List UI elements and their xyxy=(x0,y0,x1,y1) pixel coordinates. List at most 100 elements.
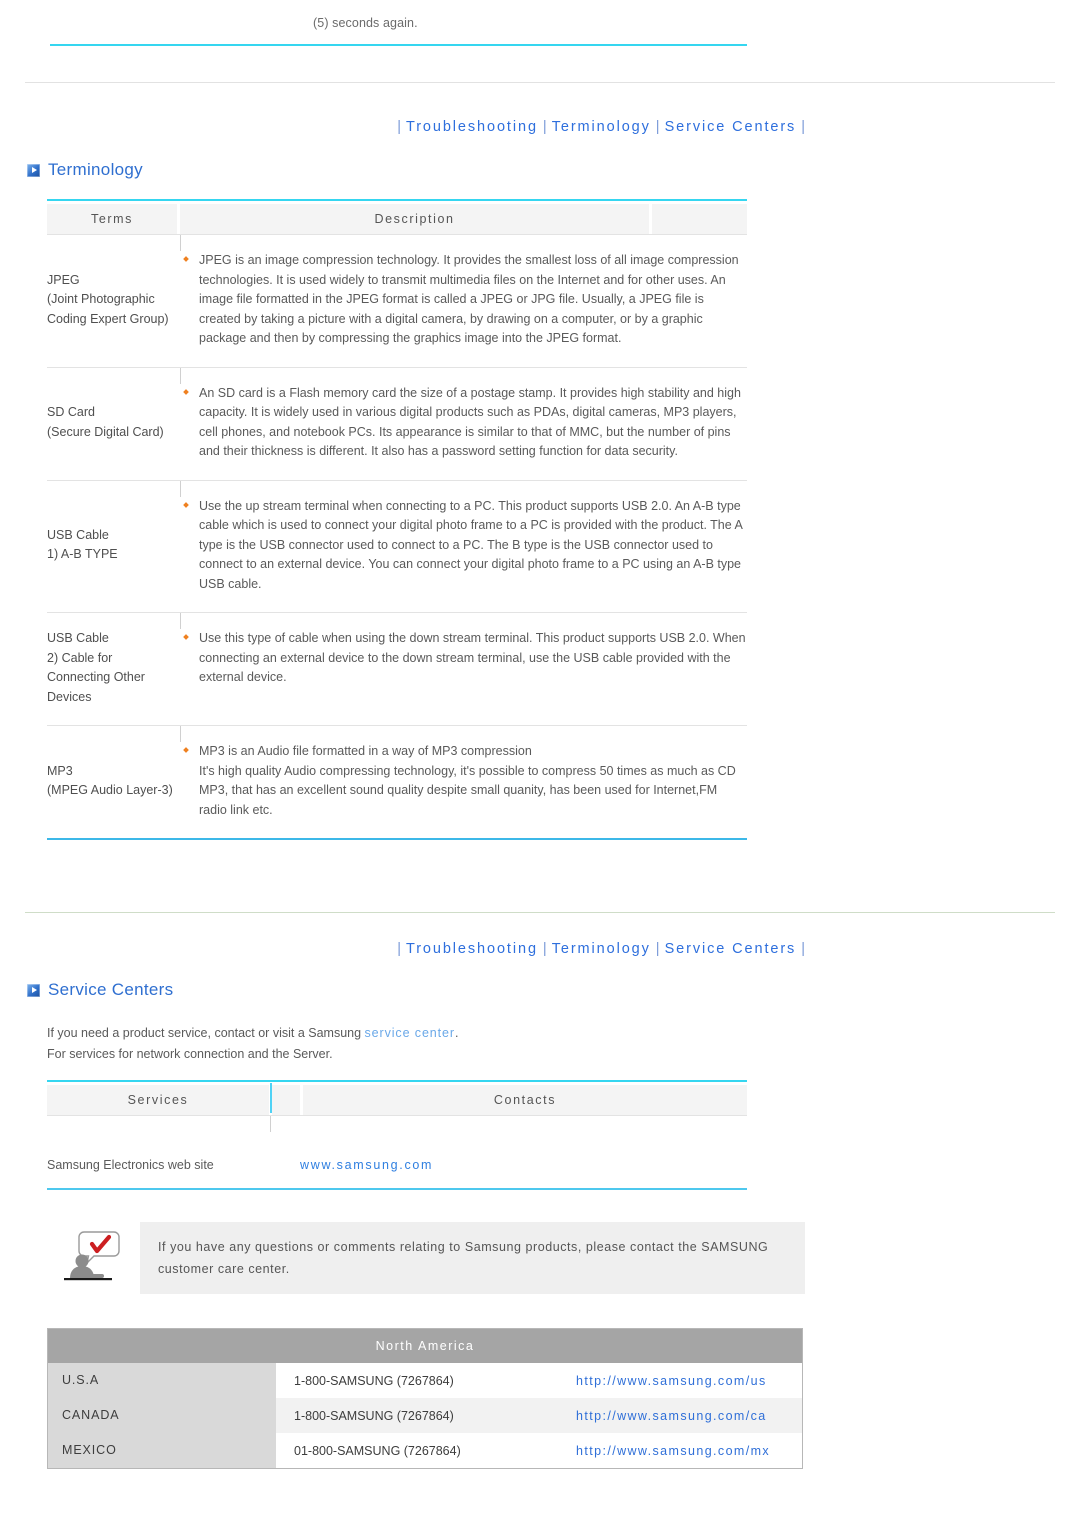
service-center-link[interactable]: service center xyxy=(365,1026,455,1040)
term-description-cell: MP3 is an Audio file formatted in a way … xyxy=(177,742,747,820)
breadcrumb-nav-bottom: | Troubleshooting | Terminology | Service Cen… xyxy=(0,941,810,957)
header-divider xyxy=(270,1083,272,1113)
bullet-icon xyxy=(183,634,189,640)
term-line: MP3 xyxy=(47,763,73,778)
cell-divider xyxy=(180,367,181,384)
section-rule-top xyxy=(50,44,747,46)
service-centers-intro-line-2: For services for network connection and … xyxy=(47,1047,333,1061)
website-link[interactable]: http://www.samsung.com/us xyxy=(566,1374,802,1388)
term-name-cell: MP3 (MPEG Audio Layer-3) xyxy=(47,742,177,820)
breadcrumb-nav-top: | Troubleshooting | Terminology | Service Cen… xyxy=(0,119,810,135)
nav-separator: | xyxy=(397,119,401,135)
intro-text-after: . xyxy=(454,1026,459,1040)
column-header-spacer xyxy=(272,1085,300,1115)
column-header-contacts: Contacts xyxy=(303,1085,747,1115)
phone-cell: 01-800-SAMSUNG (7267864) xyxy=(294,1443,461,1458)
term-line: (MPEG Audio Layer-3) xyxy=(47,783,173,797)
term-line: 1) A-B TYPE xyxy=(47,547,118,562)
term-description-cell: Use the up stream terminal when connecti… xyxy=(177,497,747,595)
table-row: MP3 (MPEG Audio Layer-3) MP3 is an Audio… xyxy=(47,725,747,838)
nav-link-troubleshooting[interactable]: Troubleshooting xyxy=(406,941,538,957)
terminology-table-header: Terms Description xyxy=(47,199,747,234)
term-line: Devices xyxy=(47,689,92,704)
term-line: SD Card xyxy=(47,405,95,419)
services-table-header: Services Contacts xyxy=(47,1080,747,1115)
services-contacts-table: Services Contacts Samsung Electronics we… xyxy=(47,1080,747,1190)
services-table-body: Samsung Electronics web site www.samsung… xyxy=(47,1115,747,1190)
description-paragraph: JPEG is an image compression technology.… xyxy=(199,253,739,345)
bullet-icon xyxy=(183,388,189,395)
bullet-icon xyxy=(183,256,189,262)
table-row: CANADA 1-800-SAMSUNG (7267864) http://ww… xyxy=(48,1398,802,1433)
description-paragraph: Use this type of cable when using the do… xyxy=(199,631,746,684)
service-centers-intro-line-1: If you need a product service, contact o… xyxy=(47,1023,458,1044)
country-cell: U.S.A xyxy=(48,1363,276,1398)
table-row: SD Card (Secure Digital Card) An SD card… xyxy=(47,366,747,480)
nav-separator: | xyxy=(655,941,660,957)
service-contact-link[interactable]: www.samsung.com xyxy=(300,1158,433,1172)
play-square-icon xyxy=(27,163,40,177)
intro-text-before: If you need a product service, contact o… xyxy=(47,1026,365,1040)
term-description-cell: An SD card is a Flash memory card the si… xyxy=(177,384,747,462)
nav-link-terminology[interactable]: Terminology xyxy=(552,941,651,957)
cell-divider xyxy=(270,1116,271,1132)
terminology-table-body: JPEG (Joint Photographic Coding Expert G… xyxy=(47,234,747,840)
phone-cell: 1-800-SAMSUNG (7267864) xyxy=(294,1373,454,1388)
table-row: U.S.A 1-800-SAMSUNG (7267864) http://www… xyxy=(48,1363,802,1398)
description-paragraph: It's high quality Audio compressing tech… xyxy=(199,763,736,778)
column-header-services: Services xyxy=(47,1085,269,1115)
nav-link-service-centers[interactable]: Service Centers xyxy=(665,119,797,135)
person-speech-check-icon xyxy=(62,1228,124,1284)
term-line: 2) Cable for xyxy=(47,650,113,665)
section-heading-terminology: Terminology xyxy=(27,160,143,180)
column-header-terms: Terms xyxy=(47,204,177,234)
nav-link-service-centers[interactable]: Service Centers xyxy=(665,941,797,957)
description-paragraph: An SD card is a Flash memory card the si… xyxy=(199,385,741,459)
nav-link-terminology[interactable]: Terminology xyxy=(552,119,651,135)
table-row: MEXICO 01-800-SAMSUNG (7267864) http://w… xyxy=(48,1433,802,1468)
term-name-cell: USB Cable 2) Cable for Connecting Other … xyxy=(47,629,177,707)
cell-divider xyxy=(180,726,181,742)
description-paragraph: MP3 is an Audio file formatted in a way … xyxy=(199,744,532,758)
website-link[interactable]: http://www.samsung.com/mx xyxy=(566,1444,802,1458)
section-title-text: Terminology xyxy=(48,160,143,179)
term-name-cell: SD Card (Secure Digital Card) xyxy=(47,384,177,462)
term-line: JPEG xyxy=(47,272,80,287)
nav-link-troubleshooting[interactable]: Troubleshooting xyxy=(406,119,538,135)
region-table-title: North America xyxy=(48,1329,802,1363)
bullet-icon xyxy=(183,501,189,508)
website-link[interactable]: http://www.samsung.com/ca xyxy=(566,1409,802,1423)
column-header-blank xyxy=(652,204,747,234)
country-cell: CANADA xyxy=(48,1398,276,1433)
table-row: USB Cable 2) Cable for Connecting Other … xyxy=(47,612,747,725)
country-cell: MEXICO xyxy=(48,1433,276,1468)
cell-divider xyxy=(180,235,181,251)
bullet-icon xyxy=(183,747,189,753)
column-header-description: Description xyxy=(180,204,649,234)
play-square-icon xyxy=(27,983,40,997)
description-paragraph: Use the up stream terminal when connecti… xyxy=(199,498,743,591)
service-name-cell: Samsung Electronics web site xyxy=(47,1158,214,1172)
term-line: Coding Expert Group) xyxy=(47,311,169,326)
nav-separator: | xyxy=(397,941,401,957)
north-america-contacts-table: North America U.S.A 1-800-SAMSUNG (72678… xyxy=(47,1328,803,1469)
cell-divider xyxy=(180,613,181,629)
description-paragraph: MP3, that has an excellent sound quality… xyxy=(199,783,718,817)
term-description-cell: JPEG is an image compression technology.… xyxy=(177,251,747,349)
terminology-table: Terms Description JPEG (Joint Photograph… xyxy=(47,199,747,840)
page-divider-1 xyxy=(25,82,1055,83)
notice-text: If you have any questions or comments re… xyxy=(158,1240,769,1276)
table-row: JPEG (Joint Photographic Coding Expert G… xyxy=(47,234,747,367)
section-heading-service-centers: Service Centers xyxy=(27,980,173,1000)
customer-care-notice: If you have any questions or comments re… xyxy=(140,1222,805,1294)
page-continuation-text: (5) seconds again. xyxy=(313,16,418,30)
cell-divider xyxy=(180,480,181,497)
term-line: USB Cable xyxy=(47,527,109,542)
term-line: (Secure Digital Card) xyxy=(47,424,164,439)
nav-separator: | xyxy=(801,941,805,957)
term-name-cell: USB Cable 1) A-B TYPE xyxy=(47,497,177,595)
term-line: Connecting Other xyxy=(47,670,145,684)
phone-cell: 1-800-SAMSUNG (7267864) xyxy=(294,1408,454,1423)
section-title-text: Service Centers xyxy=(48,980,174,999)
term-line: USB Cable xyxy=(47,631,109,645)
